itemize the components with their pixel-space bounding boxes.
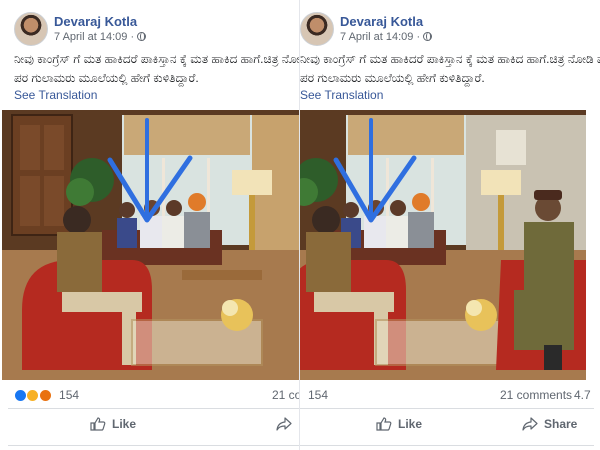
post-text-line: ಪರ ಗುಲಾಮರು ಮೂಲೆಯಲ್ಲಿ ಹೇಗೆ ಕುಳಿತಿದ್ದಾರೆ. xyxy=(14,71,199,85)
author-name[interactable]: Devaraj Kotla xyxy=(340,14,423,29)
timestamp-text[interactable]: 7 April at 14:09 · xyxy=(340,31,420,43)
post-text: ನೀವು ಕಾಂಗ್ರೆಸ್ ಗೆ ಮತ ಹಾಕಿದರೆ ಪಾಕಿಸ್ತಾನ ಕ… xyxy=(300,50,600,88)
share-arrow-icon xyxy=(522,417,538,431)
avatar[interactable] xyxy=(14,12,48,46)
left-screenshot-panel: Devaraj Kotla 7 April at 14:09 · ನೀವು ಕಾ… xyxy=(0,0,300,450)
like-reaction-icon xyxy=(14,389,27,402)
right-screenshot-panel: Devaraj Kotla 7 April at 14:09 · ನೀವು ಕಾ… xyxy=(300,0,600,450)
like-button[interactable]: Like xyxy=(90,417,136,431)
globe-icon xyxy=(423,32,433,41)
meeting-room-photo xyxy=(300,110,586,380)
divider xyxy=(8,408,300,409)
facebook-post: Devaraj Kotla 7 April at 14:09 · ನೀವು ಕಾ… xyxy=(0,0,300,450)
author-name[interactable]: Devaraj Kotla xyxy=(54,14,137,29)
thumbs-up-icon xyxy=(90,417,106,431)
like-label[interactable]: Like xyxy=(112,417,136,431)
globe-icon xyxy=(137,32,147,41)
shares-count[interactable]: 4.7 xyxy=(574,388,591,402)
divider xyxy=(8,445,300,446)
post-text-line: ನೀವು ಕಾಂಗ್ರೆಸ್ ಗೆ ಮತ ಹಾಕಿದರೆ ಪಾಕಿಸ್ತಾನ ಕ… xyxy=(14,52,300,66)
share-button[interactable]: Share xyxy=(522,417,577,431)
share-label[interactable]: Share xyxy=(544,417,577,431)
avatar[interactable] xyxy=(300,12,334,46)
timestamp-text[interactable]: 7 April at 14:09 · xyxy=(54,31,134,43)
reaction-count[interactable]: 154 xyxy=(308,388,328,402)
like-button[interactable]: Like xyxy=(376,417,422,431)
post-actions: Like xyxy=(0,413,300,443)
post-header: Devaraj Kotla 7 April at 14:09 · xyxy=(300,8,600,48)
share-button[interactable] xyxy=(276,417,298,431)
reaction-count[interactable]: 154 xyxy=(59,388,79,402)
comments-count[interactable]: 21 comments xyxy=(500,388,572,402)
post-text-line: ನೀವು ಕಾಂಗ್ರೆಸ್ ಗೆ ಮತ ಹಾಕಿದರೆ ಪಾಕಿಸ್ತಾನ ಕ… xyxy=(300,52,600,66)
like-label[interactable]: Like xyxy=(398,417,422,431)
haha-reaction-icon xyxy=(26,389,40,402)
post-text: ನೀವು ಕಾಂಗ್ರೆಸ್ ಗೆ ಮತ ಹಾಕಿದರೆ ಪಾಕಿಸ್ತಾನ ಕ… xyxy=(14,50,300,88)
post-timestamp[interactable]: 7 April at 14:09 · xyxy=(340,31,433,43)
facebook-post: Devaraj Kotla 7 April at 14:09 · ನೀವು ಕಾ… xyxy=(300,0,600,450)
reactions-bar[interactable]: 154 xyxy=(14,388,79,402)
see-translation-link[interactable]: See Translation xyxy=(14,88,97,102)
post-photo[interactable] xyxy=(300,110,586,380)
divider xyxy=(300,408,594,409)
thumbs-up-icon xyxy=(376,417,392,431)
post-header: Devaraj Kotla 7 April at 14:09 · xyxy=(14,8,300,48)
comments-count[interactable]: 21 co xyxy=(272,388,300,402)
post-actions: Like Share xyxy=(300,413,600,443)
share-arrow-icon xyxy=(276,417,292,431)
reactions-bar[interactable]: 154 xyxy=(300,388,328,402)
see-translation-link[interactable]: See Translation xyxy=(300,88,383,102)
meeting-room-photo xyxy=(2,110,300,380)
post-photo[interactable] xyxy=(2,110,300,380)
post-timestamp[interactable]: 7 April at 14:09 · xyxy=(54,31,147,43)
angry-reaction-icon xyxy=(38,389,52,402)
post-text-line: ಪರ ಗುಲಾಮರು ಮೂಲೆಯಲ್ಲಿ ಹೇಗೆ ಕುಳಿತಿದ್ದಾರೆ. xyxy=(300,71,485,85)
divider xyxy=(300,445,594,446)
